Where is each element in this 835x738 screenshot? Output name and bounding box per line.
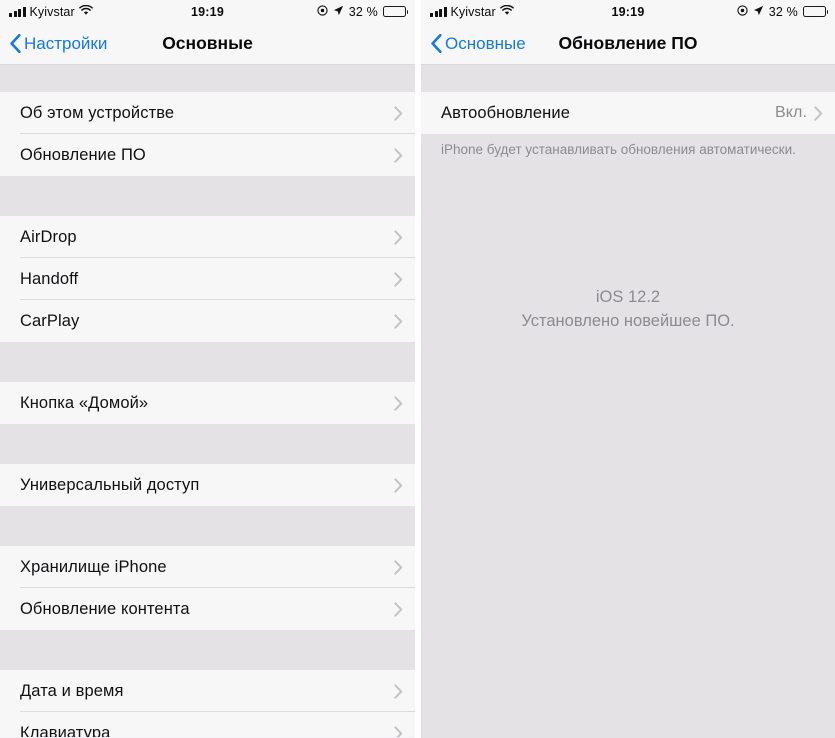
status-bar-left-group: Kyivstar — [430, 4, 514, 19]
chevron-right-icon — [394, 147, 403, 163]
list-item-label: Дата и время — [20, 681, 124, 700]
settings-section-device: Об этом устройстве Обновление ПО — [0, 92, 415, 176]
section-gap — [0, 176, 415, 216]
list-item-label: CarPlay — [20, 311, 80, 330]
right-screen-software-update: Kyivstar 19:19 32 % Основные Обновление … — [421, 0, 835, 738]
settings-list-general[interactable]: Об этом устройстве Обновление ПО AirDrop — [0, 65, 415, 737]
list-item-label: Об этом устройстве — [20, 103, 175, 122]
status-bar-right: Kyivstar 19:19 32 % — [421, 0, 835, 23]
settings-section-home-button: Кнопка «Домой» — [0, 382, 415, 424]
clock-label: 19:19 — [191, 4, 224, 19]
location-services-circle-icon — [737, 4, 748, 19]
cellular-signal-icon — [9, 6, 26, 17]
list-item-label: Обновление контента — [20, 599, 190, 618]
section-gap — [0, 630, 415, 670]
chevron-right-icon — [394, 395, 403, 411]
list-item-date-time[interactable]: Дата и время — [0, 670, 415, 712]
list-item-label: Handoff — [20, 269, 79, 288]
auto-update-footnote: iPhone будет устанавливать обновления ав… — [421, 134, 835, 159]
chevron-left-icon — [10, 34, 21, 53]
list-item-accessibility[interactable]: Универсальный доступ — [0, 464, 415, 506]
chevron-right-icon — [394, 229, 403, 245]
chevron-right-icon — [394, 601, 403, 617]
list-item-software-update[interactable]: Обновление ПО — [0, 134, 415, 176]
list-item-airdrop[interactable]: AirDrop — [0, 216, 415, 258]
list-item-iphone-storage[interactable]: Хранилище iPhone — [0, 546, 415, 588]
chevron-right-icon — [394, 477, 403, 493]
list-item-label: Кнопка «Домой» — [20, 393, 149, 412]
list-item-handoff[interactable]: Handoff — [0, 258, 415, 300]
battery-percent-label: 32 % — [348, 4, 378, 19]
chevron-right-icon — [394, 559, 403, 575]
section-gap — [0, 342, 415, 382]
section-gap — [0, 65, 415, 92]
list-item-home-button[interactable]: Кнопка «Домой» — [0, 382, 415, 424]
section-gap — [0, 424, 415, 464]
nav-bar-right: Основные Обновление ПО — [421, 23, 835, 65]
list-item-background-refresh[interactable]: Обновление контента — [0, 588, 415, 630]
battery-icon — [383, 6, 409, 17]
back-button-label: Настройки — [24, 33, 108, 53]
list-item-carplay[interactable]: CarPlay — [0, 300, 415, 342]
list-item-label: Автообновление — [441, 103, 570, 122]
carrier-label: Kyivstar — [450, 4, 496, 19]
carrier-label: Kyivstar — [29, 4, 75, 19]
status-bar-left-group: Kyivstar — [9, 4, 93, 19]
location-arrow-icon — [333, 5, 344, 19]
chevron-left-icon — [431, 34, 442, 53]
status-bar-right-group: 32 % — [317, 4, 409, 19]
battery-percent-label: 32 % — [768, 4, 798, 19]
cellular-signal-icon — [430, 6, 447, 17]
clock-label: 19:19 — [611, 4, 645, 19]
settings-section-accessibility: Универсальный доступ — [0, 464, 415, 506]
dual-screenshot-container: Kyivstar 19:19 32 % Настройки Основные О… — [0, 0, 835, 738]
chevron-right-icon — [394, 725, 403, 737]
list-item-about[interactable]: Об этом устройстве — [0, 92, 415, 134]
status-bar-right-group: 32 % — [737, 4, 829, 19]
wifi-icon — [499, 4, 514, 19]
chevron-right-icon — [394, 105, 403, 121]
back-button-general[interactable]: Основные — [431, 34, 526, 54]
list-item-automatic-updates[interactable]: Автообновление Вкл. — [421, 92, 835, 134]
section-gap — [421, 65, 835, 92]
status-bar-left: Kyivstar 19:19 32 % — [0, 0, 415, 23]
list-item-label: Универсальный доступ — [20, 475, 200, 494]
chevron-right-icon — [394, 271, 403, 287]
wifi-icon — [78, 4, 93, 19]
chevron-right-icon — [814, 105, 823, 121]
location-services-circle-icon — [317, 4, 328, 19]
list-item-label: Обновление ПО — [20, 145, 146, 164]
settings-section-connectivity: AirDrop Handoff CarPlay — [0, 216, 415, 342]
left-screen-general-settings: Kyivstar 19:19 32 % Настройки Основные О… — [0, 0, 415, 738]
battery-icon — [803, 6, 829, 17]
list-item-value: Вкл. — [774, 104, 807, 121]
section-gap — [0, 506, 415, 546]
chevron-right-icon — [394, 683, 403, 699]
location-arrow-icon — [753, 5, 764, 19]
settings-section-datetime: Дата и время Клавиатура — [0, 670, 415, 737]
settings-section-auto-update: Автообновление Вкл. — [421, 92, 835, 134]
back-button-label: Основные — [445, 33, 526, 53]
software-update-list[interactable]: Автообновление Вкл. iPhone будет устанав… — [421, 65, 835, 737]
list-item-label: Клавиатура — [20, 723, 111, 738]
back-button-settings[interactable]: Настройки — [10, 34, 107, 54]
chevron-right-icon — [394, 313, 403, 329]
nav-bar-left: Настройки Основные — [0, 23, 415, 65]
list-item-label: Хранилище iPhone — [20, 557, 167, 576]
list-item-keyboard[interactable]: Клавиатура — [0, 712, 415, 737]
list-item-label: AirDrop — [20, 227, 77, 246]
settings-section-storage: Хранилище iPhone Обновление контента — [0, 546, 415, 630]
